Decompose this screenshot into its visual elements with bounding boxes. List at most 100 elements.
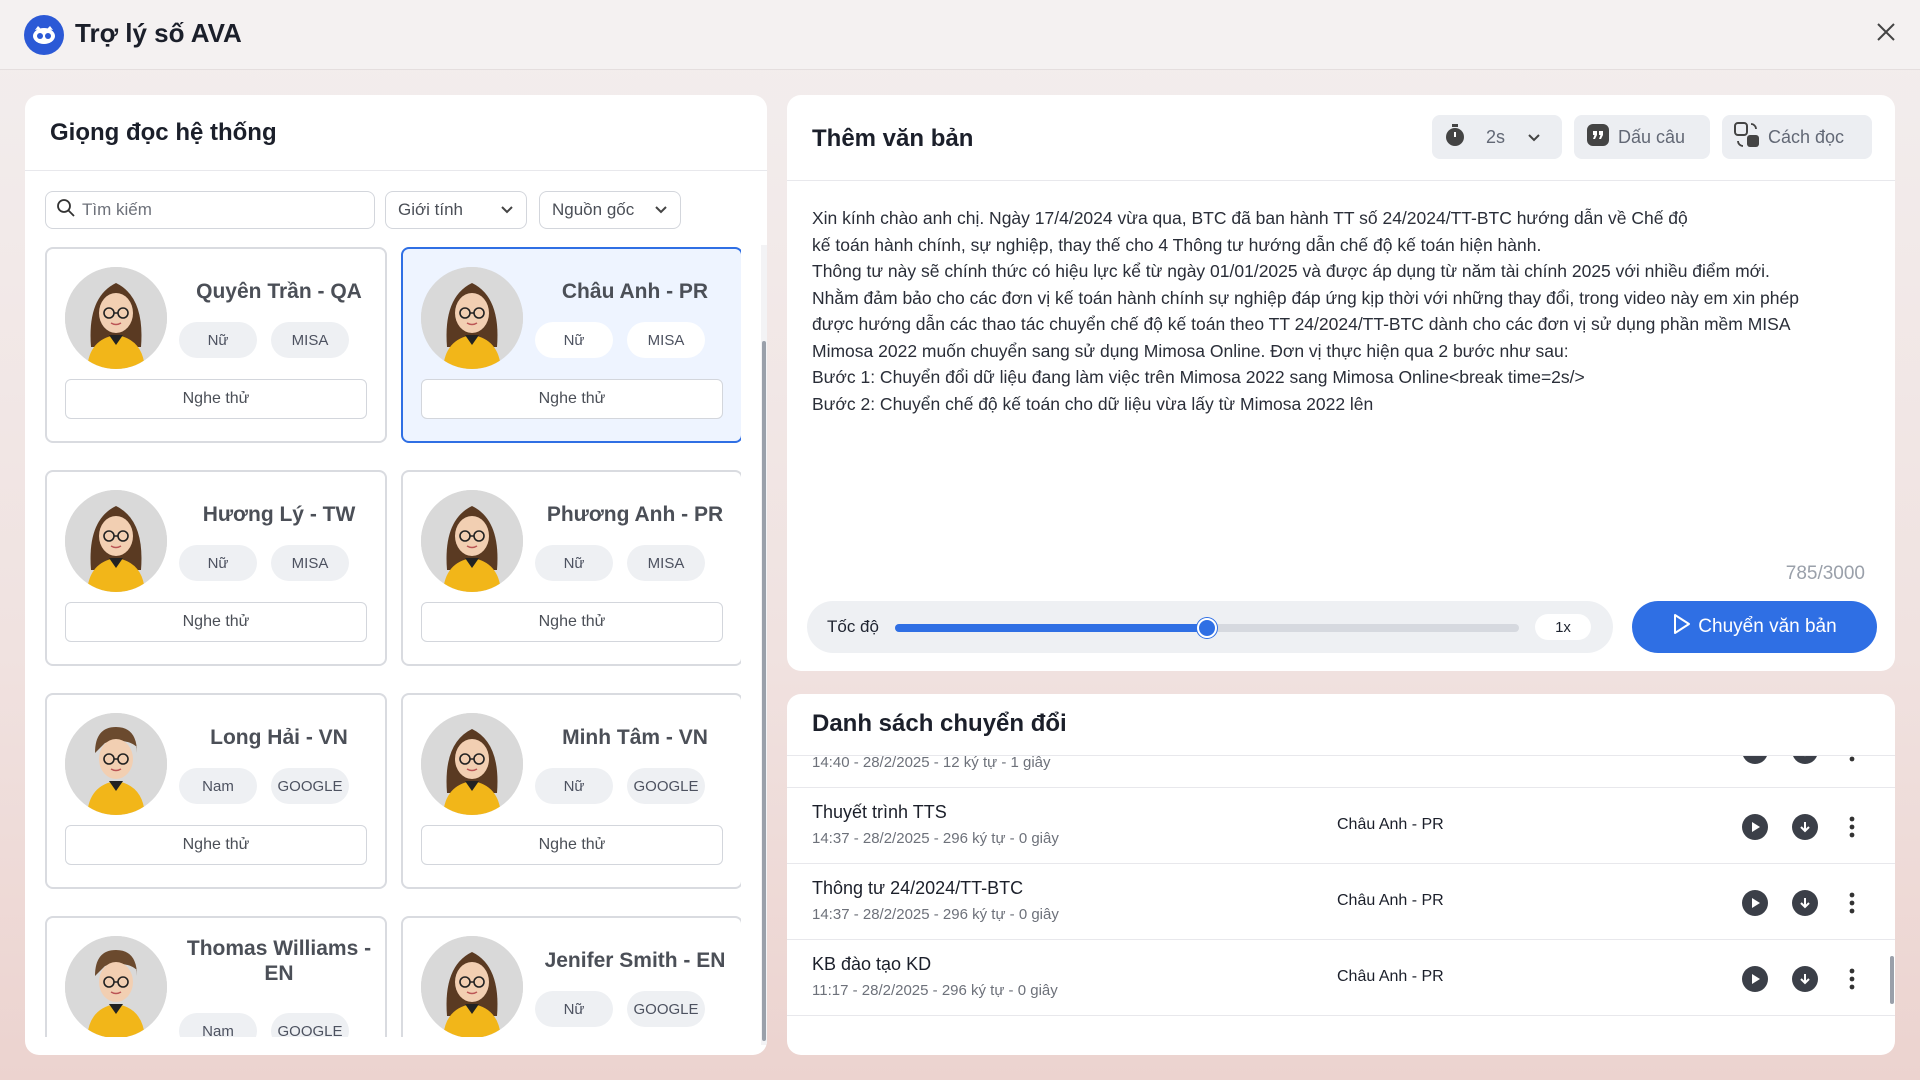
voice-name: Châu Anh - PR [561,280,709,303]
text-editor[interactable]: Xin kính chào anh chị. Ngày 17/4/2024 vừ… [812,205,1877,417]
listen-preview-button[interactable]: Nghe thử [421,602,723,642]
conversion-voice: Châu Anh - PR [1337,816,1444,833]
voice-name: Phương Anh - PR [546,503,724,526]
speed-slider[interactable] [895,618,1519,638]
voice-card[interactable]: Long Hải - VN Nam GOOGLE Nghe thử [45,693,387,889]
play-icon[interactable] [1742,890,1768,916]
speed-slider-fill [895,624,1207,632]
play-icon[interactable] [1742,756,1768,764]
editor-panel: Thêm văn bản 2s Dấu câu Cách đọc Xin kín… [787,95,1895,671]
voice-gender-badge: Nam [179,768,257,804]
listen-preview-button[interactable]: Nghe thử [421,379,723,419]
conversion-row[interactable]: KB đào tạo KD 11:17 - 28/2/2025 - 296 ký … [787,940,1895,1016]
app-title: Trợ lý số AVA [75,18,242,48]
voice-source-badge: GOOGLE [271,768,349,804]
conversion-meta: 11:17 - 28/2/2025 - 296 ký tự - 0 giây [812,982,1058,999]
voice-grid: Quyên Trần - QA Nữ MISA Nghe thử Châu Anh - … [45,247,741,1037]
listen-preview-button[interactable]: Nghe thử [65,379,367,419]
search-input[interactable] [82,200,352,220]
voice-avatar [65,713,167,815]
download-icon[interactable] [1792,814,1818,840]
conversion-title: KB đào tạo KD [812,954,932,974]
close-icon[interactable] [1868,14,1904,50]
pause-duration-value: 2s [1486,126,1506,147]
voice-avatar [421,267,523,369]
voice-gender-badge: Nữ [535,768,613,804]
pronunciation-button[interactable]: Cách đọc [1722,115,1872,159]
chevron-down-icon [1527,127,1541,148]
source-filter-select[interactable]: Nguồn gốc [539,191,681,229]
editor-title: Thêm văn bản [812,125,974,152]
punctuation-button[interactable]: Dấu câu [1574,115,1710,159]
conversion-list-scrollbar[interactable] [1889,756,1895,1055]
gender-filter-label: Giới tính [398,200,464,219]
voice-card[interactable]: Phương Anh - PR Nữ MISA Nghe thử [401,470,741,666]
more-options-icon[interactable] [1839,812,1865,842]
voice-gender-badge: Nữ [535,545,613,581]
conversion-voice: Châu Anh - PR [1337,892,1444,909]
conversion-row[interactable]: Thuyết trình TTS 14:37 - 28/2/2025 - 296 … [787,788,1895,864]
title-bar: Trợ lý số AVA [0,0,1920,70]
voice-source-badge: MISA [271,322,349,358]
download-icon[interactable] [1792,756,1818,764]
voices-panel-header: Giọng đọc hệ thống [25,95,767,171]
editor-header: Thêm văn bản 2s Dấu câu Cách đọc [787,95,1895,181]
voice-card[interactable]: Hương Lý - TW Nữ MISA Nghe thử [45,470,387,666]
play-icon[interactable] [1742,814,1768,840]
listen-preview-button[interactable]: Nghe thử [65,602,367,642]
conversion-list: 14:40 - 28/2/2025 - 12 ký tự - 1 giây Châ… [787,756,1895,1055]
conversion-list-header: Danh sách chuyển đổi [787,694,1895,756]
download-icon[interactable] [1792,890,1818,916]
conversion-row[interactable]: Thông tư 24/2024/TT-BTC 14:37 - 28/2/2025… [787,864,1895,940]
text-line: Bước 1: Chuyển đổi dữ liệu đang làm việc… [812,367,1585,387]
gender-filter-select[interactable]: Giới tính [385,191,527,229]
voice-avatar [65,267,167,369]
convert-text-label: Chuyển văn bản [1698,616,1837,637]
pause-duration-select[interactable]: 2s [1432,115,1562,159]
voices-panel-title: Giọng đọc hệ thống [50,119,277,146]
voice-source-badge: GOOGLE [627,768,705,804]
ava-logo-icon [24,15,64,55]
search-box[interactable] [45,191,375,229]
conversion-meta: 14:37 - 28/2/2025 - 296 ký tự - 0 giây [812,830,1059,847]
listen-preview-button[interactable]: Nghe thử [65,825,367,865]
listen-preview-button[interactable]: Nghe thử [421,825,723,865]
voice-card[interactable]: Minh Tâm - VN Nữ GOOGLE Nghe thử [401,693,741,889]
text-line: kế toán hành chính, sự nghiệp, thay thế … [812,234,1542,255]
convert-text-button[interactable]: Chuyển văn bản [1632,601,1877,653]
voice-name: Jenifer Smith - EN [544,949,726,972]
quote-icon [1586,123,1610,152]
download-icon[interactable] [1792,966,1818,992]
more-options-icon[interactable] [1839,756,1865,766]
voice-avatar [421,490,523,592]
voice-source-badge: MISA [271,545,349,581]
pronunciation-label: Cách đọc [1768,126,1845,147]
voice-source-badge: GOOGLE [271,1013,349,1037]
conversion-list-title: Danh sách chuyển đổi [812,710,1067,737]
search-icon [56,198,76,223]
voice-name: Long Hải - VN [210,726,348,749]
voice-card[interactable]: Thomas Williams - ENNamGOOGLENghe thử [45,916,387,1037]
speed-slider-handle[interactable] [1197,618,1217,638]
voice-gender-badge: Nữ [535,991,613,1027]
voice-name: Minh Tâm - VN [562,726,708,749]
voice-avatar [421,713,523,815]
speed-value: 1x [1535,614,1591,640]
stopwatch-icon [1444,123,1466,152]
more-options-icon[interactable] [1839,888,1865,918]
play-icon[interactable] [1742,966,1768,992]
voice-card[interactable]: Quyên Trần - QA Nữ MISA Nghe thử [45,247,387,443]
voice-source-badge: GOOGLE [627,991,705,1027]
voice-avatar [421,936,523,1037]
translate-icon [1734,121,1760,153]
more-options-icon[interactable] [1839,964,1865,994]
conversion-title: Thông tư 24/2024/TT-BTC [812,878,1024,898]
voice-card[interactable]: Jenifer Smith - ENNữGOOGLENghe thử [401,916,741,1037]
text-line: Xin kính chào anh chị. Ngày 17/4/2024 vừ… [812,208,1688,228]
play-icon [1672,613,1692,641]
conversion-title: Thuyết trình TTS [812,802,947,822]
voice-gender-badge: Nữ [179,322,257,358]
voices-scrollbar[interactable] [761,245,767,1045]
conversion-row[interactable]: 14:40 - 28/2/2025 - 12 ký tự - 1 giây Châ… [787,756,1895,788]
voice-card[interactable]: Châu Anh - PR Nữ MISA Nghe thử [401,247,741,443]
